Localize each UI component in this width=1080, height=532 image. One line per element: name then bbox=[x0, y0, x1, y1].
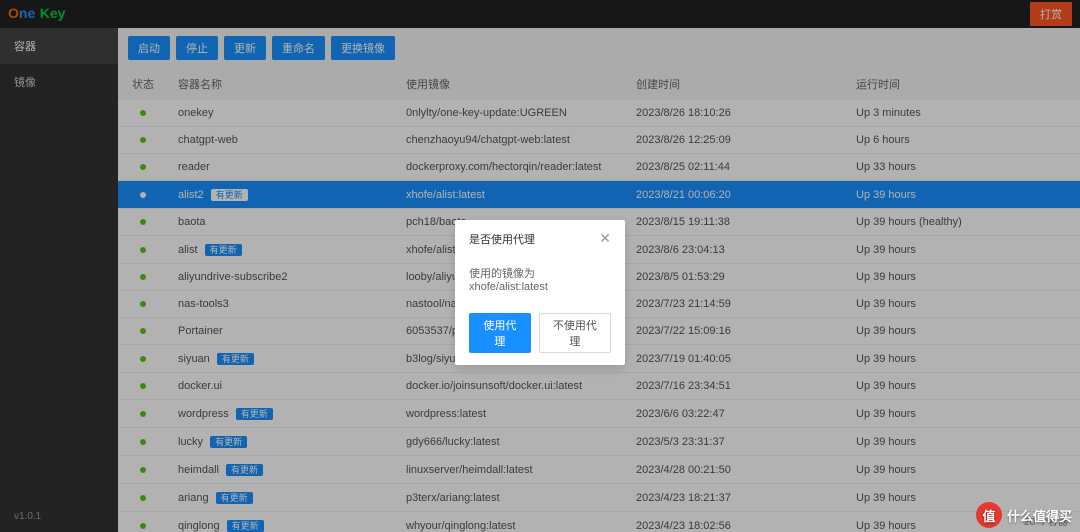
modal-overlay: 是否使用代理 ✕ 使用的镜像为xhofe/alist:latest 使用代理 不… bbox=[0, 0, 1080, 532]
close-icon[interactable]: ✕ bbox=[599, 230, 611, 247]
modal-body: 使用的镜像为xhofe/alist:latest bbox=[455, 257, 625, 307]
modal-title: 是否使用代理 bbox=[469, 231, 535, 247]
use-proxy-button[interactable]: 使用代理 bbox=[469, 313, 531, 353]
watermark-icon: 值 bbox=[976, 502, 1002, 528]
watermark: 值 什么值得买 bbox=[968, 498, 1080, 532]
no-proxy-button[interactable]: 不使用代理 bbox=[539, 313, 611, 353]
watermark-text: 什么值得买 bbox=[1007, 506, 1072, 525]
proxy-modal: 是否使用代理 ✕ 使用的镜像为xhofe/alist:latest 使用代理 不… bbox=[455, 220, 625, 365]
